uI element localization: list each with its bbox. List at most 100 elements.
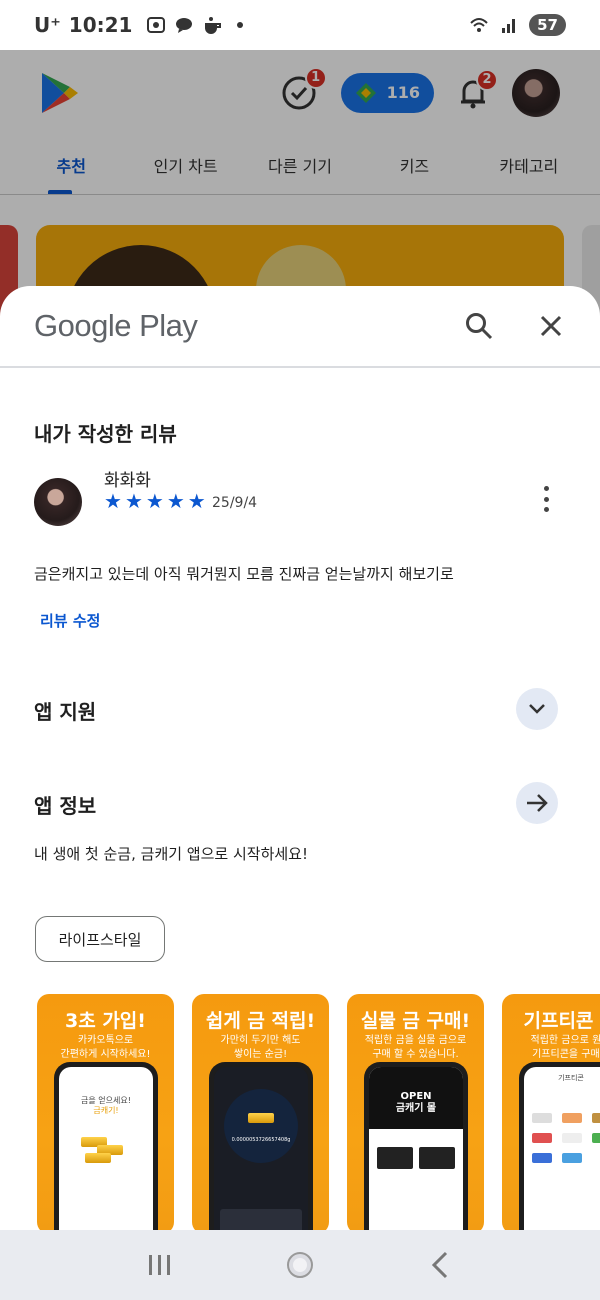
app-support-title: 앱 지원 (34, 700, 97, 724)
screenshot-carousel: 3초 가입! 카카오톡으로 간편하게 시작하세요! 금을 얻으세요! 금캐기! … (37, 994, 600, 1230)
info-panel (220, 1209, 302, 1230)
phone-screen: 금을 얻으세요! 금캐기! (59, 1067, 153, 1230)
brand-logo (562, 1133, 582, 1143)
subtitle-line: 적립한 금을 실물 금으로 (364, 1035, 467, 1046)
gold-balance-text: 0.0000053726657408g (231, 1137, 291, 1143)
carrier-label: U⁺ (34, 13, 61, 37)
star-icon: ★ (166, 489, 185, 513)
star-icon: ★ (145, 489, 164, 513)
shop-banner: OPEN 금캐기 몰 (369, 1067, 463, 1129)
app-info-title: 앱 정보 (34, 794, 97, 818)
screenshot-title: 쉽게 금 적립! (205, 1010, 316, 1032)
system-navigation-bar (0, 1230, 600, 1300)
phone-mockup: 금을 얻으세요! 금캐기! (54, 1062, 158, 1230)
subtitle-line: 카카오톡으로 (77, 1035, 134, 1046)
subtitle-line: 적립한 금으로 원하 (530, 1035, 600, 1046)
screenshot-icon (147, 17, 166, 33)
signal-icon (502, 19, 516, 33)
home-icon (287, 1252, 313, 1278)
search-icon (466, 313, 493, 340)
talk-icon (176, 18, 193, 33)
dot-icon (237, 22, 244, 28)
screenshot-1[interactable]: 3초 가입! 카카오톡으로 간편하게 시작하세요! 금을 얻으세요! 금캐기! (37, 994, 174, 1230)
app-info-button[interactable] (516, 782, 558, 824)
status-time: 10:21 (68, 13, 133, 37)
app-details-sheet: Google Play 내가 작성한 리뷰 화화화 ★ ★ ★ ★ ★ 25/9… (0, 286, 600, 1230)
coffee-icon (205, 17, 222, 34)
brand-logo (532, 1113, 552, 1123)
screenshot-subtitle: 가만히 두기만 해도 쌓이는 순금! (192, 1034, 329, 1062)
brand-logo (532, 1133, 552, 1143)
product-card (377, 1147, 413, 1169)
screenshot-subtitle: 적립한 금으로 원하 기프티콘을 구매하 (502, 1034, 600, 1062)
subtitle-line: 간편하게 시작하세요! (60, 1049, 151, 1060)
screen-text: 금캐기! (93, 1106, 119, 1115)
status-right: 57 (469, 14, 566, 36)
open-label: OPEN (400, 1091, 432, 1102)
subtitle-line: 구매 할 수 있습니다. (372, 1049, 459, 1060)
category-chip[interactable]: 라이프스타일 (35, 916, 165, 962)
phone-screen: OPEN 금캐기 몰 (369, 1067, 463, 1230)
screenshot-title: 3초 가입! (65, 1010, 146, 1032)
battery-level: 57 (529, 14, 566, 36)
edit-review-link[interactable]: 리뷰 수정 (40, 610, 100, 631)
gold-balance-circle (224, 1089, 298, 1163)
my-review-title: 내가 작성한 리뷰 (34, 422, 177, 446)
subtitle-line: 쌓이는 순금! (233, 1049, 288, 1060)
review-date: 25/9/4 (212, 495, 258, 511)
search-button[interactable] (464, 311, 494, 341)
subtitle-line: 가만히 두기만 해도 (220, 1035, 301, 1046)
chevron-down-icon (529, 704, 545, 714)
back-icon (431, 1251, 448, 1279)
review-more-options-button[interactable] (536, 484, 556, 514)
header-actions (464, 311, 566, 341)
star-rating: ★ ★ ★ ★ ★ (104, 490, 206, 512)
close-icon (540, 315, 562, 337)
gold-bar-image (85, 1153, 111, 1163)
reviewer-name: 화화화 (104, 471, 151, 491)
home-button[interactable] (280, 1245, 320, 1285)
reviewer-avatar (34, 478, 82, 526)
app-description: 내 생애 첫 순금, 금캐기 앱으로 시작하세요! (34, 845, 308, 863)
review-text: 금은캐지고 있는데 아직 뭐거뭔지 모름 진짜금 얻는날까지 해보기로 (34, 565, 454, 583)
my-review: 화화화 ★ ★ ★ ★ ★ 25/9/4 (34, 466, 566, 526)
back-button[interactable] (420, 1245, 460, 1285)
screen-text: 기프티콘 (558, 1074, 584, 1082)
shop-name: 금캐기 몰 (395, 1103, 437, 1114)
recent-apps-button[interactable] (140, 1245, 180, 1285)
phone-mockup: 0.0000053726657408g (209, 1062, 313, 1230)
phone-screen: 기프티콘 (524, 1067, 600, 1230)
brand-logo (532, 1153, 552, 1163)
phone-mockup: 기프티콘 (519, 1062, 600, 1230)
subtitle-line: 기프티콘을 구매하 (532, 1049, 600, 1060)
screenshot-title: 실물 금 구매! (360, 1010, 471, 1032)
screenshot-4[interactable]: 기프티콘 구 적립한 금으로 원하 기프티콘을 구매하 기프티콘 (502, 994, 600, 1230)
app-support-expand-button[interactable] (516, 688, 558, 730)
brand-logo (592, 1113, 600, 1123)
screenshot-2[interactable]: 쉽게 금 적립! 가만히 두기만 해도 쌓이는 순금! 0.0000053726… (192, 994, 329, 1230)
notification-icons (146, 15, 250, 35)
google-play-logo: Google Play (34, 308, 198, 343)
screenshot-subtitle: 카카오톡으로 간편하게 시작하세요! (37, 1034, 174, 1062)
screenshot-title: 기프티콘 구 (523, 1010, 600, 1032)
star-icon: ★ (124, 489, 143, 513)
star-icon: ★ (104, 489, 122, 513)
star-icon: ★ (187, 489, 206, 513)
close-button[interactable] (536, 311, 566, 341)
brand-logo (562, 1153, 582, 1163)
phone-screen: 0.0000053726657408g (214, 1067, 308, 1230)
screenshot-3[interactable]: 실물 금 구매! 적립한 금을 실물 금으로 구매 할 수 있습니다. OPEN… (347, 994, 484, 1230)
recent-apps-icon (149, 1255, 170, 1275)
screenshot-subtitle: 적립한 금을 실물 금으로 구매 할 수 있습니다. (347, 1034, 484, 1062)
gold-bar-image (248, 1113, 274, 1123)
sheet-header: Google Play (0, 286, 600, 368)
more-vert-icon (543, 486, 549, 491)
brand-logo (592, 1133, 600, 1143)
brand-logo (562, 1113, 582, 1123)
arrow-right-icon (527, 794, 548, 812)
phone-mockup: OPEN 금캐기 몰 (364, 1062, 468, 1230)
product-card (419, 1147, 455, 1169)
wifi-icon (470, 18, 488, 32)
status-bar: U⁺ 10:21 57 (0, 0, 600, 50)
shop-open-text: OPEN 금캐기 몰 (369, 1091, 463, 1115)
